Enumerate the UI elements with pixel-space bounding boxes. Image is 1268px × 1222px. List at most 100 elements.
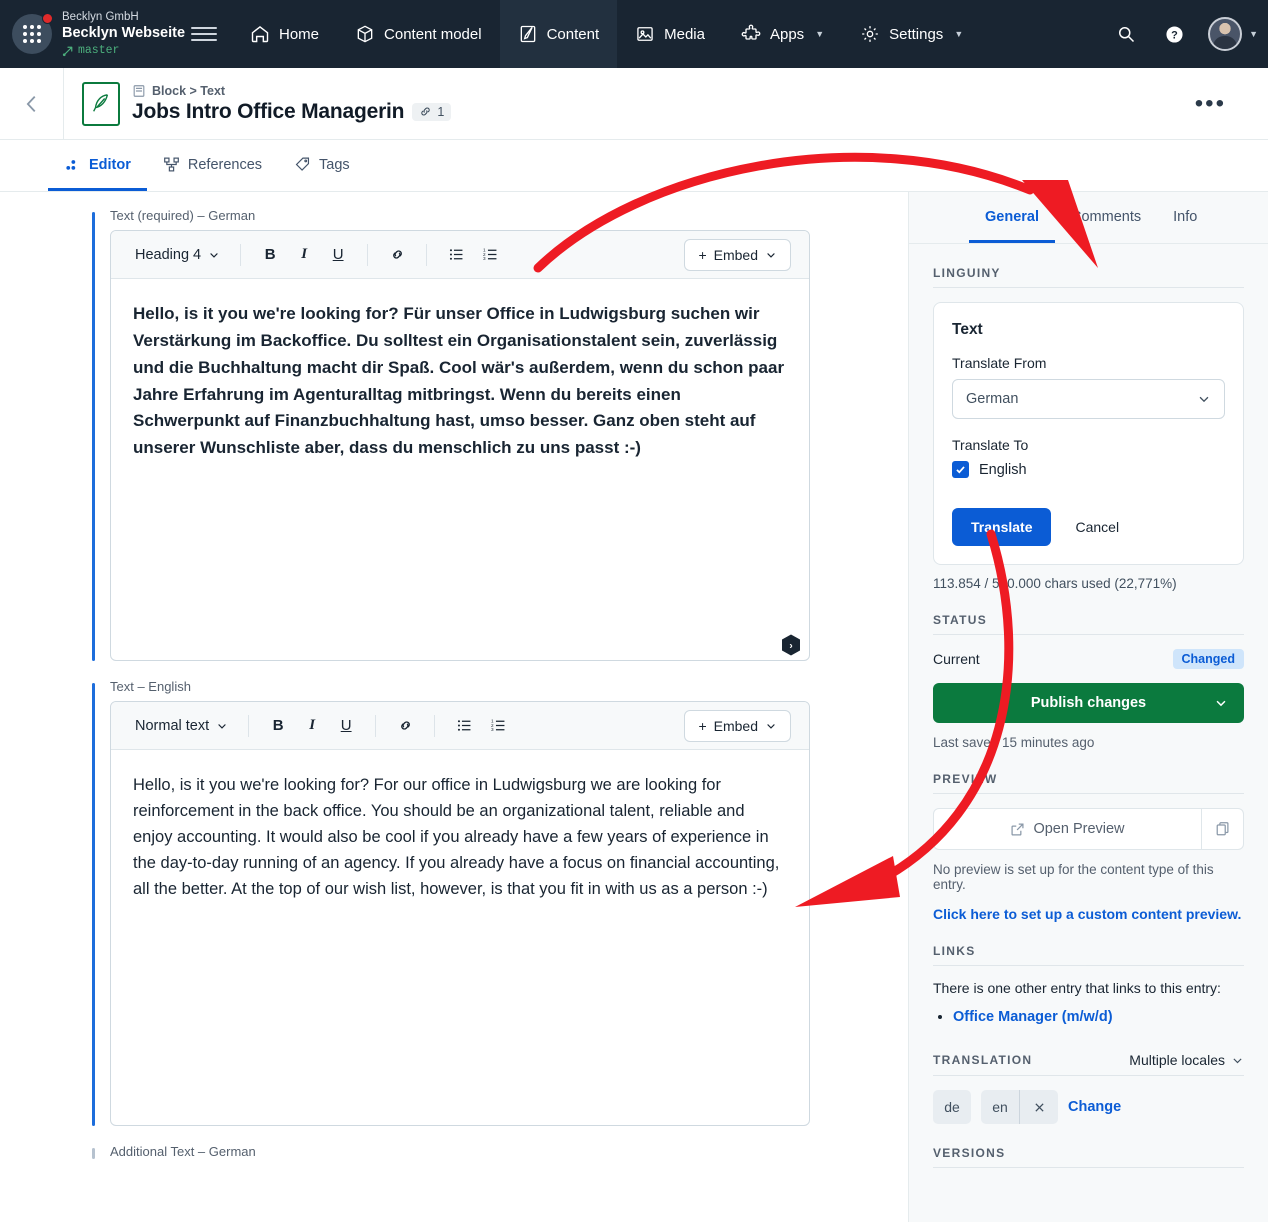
sidebar-tab-general[interactable]: General	[969, 193, 1055, 243]
nav-label-content-model: Content model	[384, 25, 482, 43]
rte-content-english[interactable]: Hello, is it you we're looking for? For …	[111, 750, 809, 1125]
nav-label-content: Content	[546, 25, 600, 43]
app-extension-icon[interactable]: ›	[781, 634, 801, 656]
organization-block[interactable]: Becklyn GmbH Becklyn Webseite master	[0, 0, 232, 68]
entry-header: Block > Text Jobs Intro Office Managerin…	[0, 67, 1268, 140]
entry-title-block: Block > Text Jobs Intro Office Managerin…	[64, 81, 452, 126]
italic-button[interactable]: I	[297, 711, 327, 741]
status-current-label: Current	[933, 651, 980, 667]
entry-title-row: Jobs Intro Office Managerin 1	[132, 100, 452, 124]
translate-from-select[interactable]: German	[952, 379, 1225, 419]
embed-label: Embed	[713, 246, 758, 263]
underline-button[interactable]: U	[331, 711, 361, 741]
branch-indicator[interactable]: master	[62, 44, 185, 57]
bulleted-list-button[interactable]	[441, 240, 471, 270]
linked-entry-link[interactable]: Office Manager (m/w/d)	[953, 1009, 1113, 1025]
translate-button[interactable]: Translate	[952, 508, 1052, 546]
chevron-down-icon[interactable]	[1214, 696, 1228, 710]
more-actions-button[interactable]: •••	[1195, 91, 1226, 116]
sidebar-tab-comments[interactable]: Comments	[1055, 193, 1157, 243]
toolbar-divider	[426, 243, 428, 266]
rte-content-german[interactable]: Hello, is it you we're looking for? Für …	[111, 279, 809, 634]
numbered-list-button[interactable]: 1 2 3	[475, 240, 505, 270]
bold-button[interactable]: B	[263, 711, 293, 741]
app-logo[interactable]	[12, 13, 53, 54]
remove-locale-en-button[interactable]	[1020, 1090, 1058, 1124]
bulleted-list-icon	[449, 249, 463, 260]
help-button[interactable]: ?	[1152, 12, 1196, 56]
link-count-badge[interactable]: 1	[412, 102, 452, 121]
linguiny-quota-text: 113.854 / 500.000 chars used (22,771%)	[933, 576, 1177, 591]
bulleted-list-button[interactable]	[449, 711, 479, 741]
section-header-preview: PREVIEW	[933, 750, 1244, 794]
rte-toolbar: Normal text B I U 1 2 3 + Embed	[111, 702, 809, 750]
preview-note: No preview is set up for the content typ…	[933, 862, 1214, 892]
copy-preview-url-button[interactable]	[1201, 809, 1243, 849]
bold-button[interactable]: B	[255, 240, 285, 270]
chevron-down-icon	[1199, 396, 1209, 403]
tab-tags[interactable]: Tags	[278, 141, 366, 191]
search-button[interactable]	[1104, 12, 1148, 56]
translate-to-option-english[interactable]: English	[952, 461, 1225, 478]
sidebar-tab-label-info: Info	[1173, 208, 1198, 225]
chevron-down-icon	[767, 252, 775, 258]
tag-icon	[295, 157, 310, 171]
breadcrumb[interactable]: Block > Text	[132, 84, 451, 98]
paragraph-style-select[interactable]: Normal text	[129, 714, 234, 738]
embed-button[interactable]: + Embed	[684, 709, 791, 742]
nav-item-content-model[interactable]: Content model	[337, 0, 500, 68]
nav-right-group: ? ▼	[1104, 12, 1268, 56]
checkbox-checked-icon[interactable]	[952, 461, 969, 478]
nav-item-content[interactable]: Content	[499, 0, 618, 68]
sidebar-toggle-button[interactable]	[191, 21, 218, 47]
link-button[interactable]	[382, 240, 412, 270]
primary-nav-items: Home Content model Content Media Apps ▼ …	[232, 0, 981, 68]
tab-references[interactable]: References	[147, 141, 278, 191]
locale-selector[interactable]: Multiple locales	[1129, 1052, 1244, 1068]
toolbar-divider	[248, 714, 250, 737]
rte-toolbar: Heading 4 B I U 1 2 3 + Embed	[111, 231, 809, 279]
field-label: Text (required) – German	[110, 208, 256, 223]
rich-text-editor-german[interactable]: Heading 4 B I U 1 2 3 + Embed Hello, is …	[110, 230, 810, 661]
account-menu-button[interactable]: ▼	[1200, 17, 1258, 51]
plus-icon: +	[698, 717, 707, 734]
embed-label: Embed	[713, 717, 758, 734]
locale-pill-de[interactable]: de	[933, 1090, 971, 1124]
entry-tabs: Editor References Tags	[0, 140, 1268, 192]
paragraph-style-select[interactable]: Heading 4	[129, 243, 226, 267]
underline-button[interactable]: U	[323, 240, 353, 270]
last-saved-text: Last saved 15 minutes ago	[933, 735, 1095, 750]
tab-editor[interactable]: Editor	[48, 141, 147, 191]
link-button[interactable]	[390, 711, 420, 741]
entry-sidebar: General Comments Info LINGUINY Text Tran…	[908, 192, 1268, 1222]
tab-label-editor: Editor	[89, 156, 131, 173]
preview-button-group: Open Preview	[933, 808, 1244, 850]
nav-item-media[interactable]: Media	[617, 0, 723, 68]
apps-icon	[741, 24, 761, 40]
rich-text-editor-english[interactable]: Normal text B I U 1 2 3 + Embed Hello, i…	[110, 701, 810, 1126]
sidebar-tab-info[interactable]: Info	[1157, 193, 1213, 243]
paragraph-style-value: Normal text	[135, 717, 210, 734]
locale-pill-en[interactable]: en	[981, 1090, 1019, 1124]
cancel-button[interactable]: Cancel	[1069, 518, 1125, 536]
section-header-status: STATUS	[933, 591, 1244, 635]
embed-button[interactable]: + Embed	[684, 238, 791, 271]
content-icon	[520, 25, 535, 43]
nav-item-settings[interactable]: Settings ▼	[842, 0, 981, 68]
list-item: Office Manager (m/w/d)	[953, 1008, 1244, 1026]
close-icon	[1034, 1102, 1044, 1112]
publish-changes-button[interactable]: Publish changes	[933, 683, 1244, 723]
open-preview-button[interactable]: Open Preview	[934, 809, 1201, 849]
change-locales-link[interactable]: Change	[1068, 1099, 1121, 1115]
section-header-translation: TRANSLATION Multiple locales	[933, 1030, 1244, 1076]
back-button[interactable]	[0, 67, 64, 140]
italic-button[interactable]: I	[289, 240, 319, 270]
setup-preview-link[interactable]: Click here to set up a custom content pr…	[933, 906, 1244, 922]
top-navigation-bar: Becklyn GmbH Becklyn Webseite master Hom…	[0, 0, 1268, 68]
open-preview-label: Open Preview	[1033, 821, 1125, 837]
nav-item-apps[interactable]: Apps ▼	[723, 0, 842, 68]
numbered-list-button[interactable]: 1 2 3	[483, 711, 513, 741]
nav-item-home[interactable]: Home	[232, 0, 337, 68]
link-icon	[392, 250, 402, 259]
toolbar-divider	[434, 714, 436, 737]
